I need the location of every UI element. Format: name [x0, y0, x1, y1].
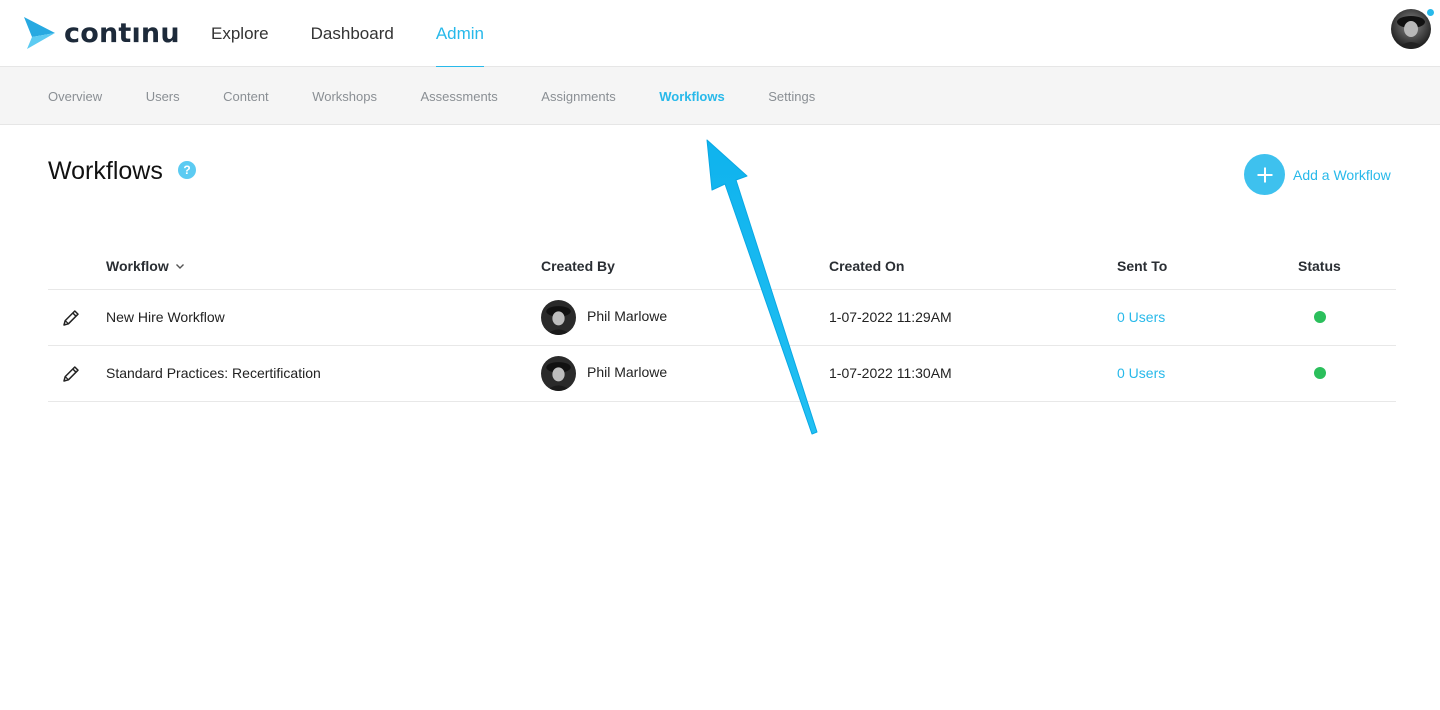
- chevron-down-icon: [175, 264, 184, 269]
- sent-to-link[interactable]: 0 Users: [1117, 309, 1165, 325]
- creator-name: Phil Marlowe: [587, 308, 668, 324]
- table-header: Workflow Created By Created On Sent To S…: [48, 240, 1396, 290]
- table-row: New Hire Workflow Phil Marlowe 1-07-2022…: [48, 290, 1396, 346]
- tab-assignments[interactable]: Assignments: [541, 89, 615, 104]
- tab-assessments[interactable]: Assessments: [420, 89, 497, 104]
- tab-users[interactable]: Users: [146, 89, 180, 104]
- main-nav-explore[interactable]: Explore: [211, 0, 269, 67]
- column-header-sent-to: Sent To: [1117, 258, 1168, 274]
- logo-text: contınu: [64, 17, 180, 49]
- page-title: Workflows: [48, 157, 163, 185]
- pencil-icon[interactable]: [60, 307, 82, 329]
- logo[interactable]: contınu: [22, 16, 180, 50]
- status-dot: [1314, 367, 1326, 379]
- creator-avatar: [541, 356, 576, 391]
- sent-to-link[interactable]: 0 Users: [1117, 365, 1165, 381]
- created-on: 1-07-2022 11:29AM: [829, 309, 952, 325]
- avatar-image: [541, 356, 576, 391]
- table-row: Standard Practices: Recertification Phil…: [48, 346, 1396, 402]
- main-nav-admin[interactable]: Admin: [435, 0, 485, 68]
- column-header-created-on: Created On: [829, 258, 905, 274]
- creator-avatar: [541, 300, 576, 335]
- tab-settings[interactable]: Settings: [768, 89, 815, 104]
- add-workflow-label[interactable]: Add a Workflow: [1293, 167, 1391, 183]
- top-bar: contınu Explore Dashboard Admin: [0, 0, 1440, 68]
- avatar-image: [541, 300, 576, 335]
- created-on: 1-07-2022 11:30AM: [829, 365, 952, 381]
- admin-sub-nav: Overview Users Content Workshops Assessm…: [0, 67, 1440, 125]
- workflow-name[interactable]: New Hire Workflow: [106, 309, 225, 325]
- column-header-status: Status: [1298, 258, 1341, 274]
- status-dot: [1314, 311, 1326, 323]
- tab-overview[interactable]: Overview: [48, 89, 102, 104]
- workflows-table: Workflow Created By Created On Sent To S…: [48, 240, 1396, 402]
- plus-icon[interactable]: [1244, 154, 1285, 195]
- pencil-icon[interactable]: [60, 363, 82, 385]
- column-header-workflow-label: Workflow: [106, 258, 169, 274]
- notification-dot: [1425, 7, 1436, 18]
- tab-content[interactable]: Content: [223, 89, 269, 104]
- main-nav-dashboard[interactable]: Dashboard: [311, 0, 394, 67]
- main-nav: Explore Dashboard Admin: [211, 0, 526, 68]
- tab-workflows[interactable]: Workflows: [659, 89, 725, 104]
- add-workflow-button[interactable]: Add a Workflow: [1244, 154, 1391, 195]
- tab-workshops[interactable]: Workshops: [312, 89, 377, 104]
- help-icon[interactable]: ?: [178, 161, 196, 179]
- creator-name: Phil Marlowe: [587, 364, 668, 380]
- continu-arrow-icon: [24, 17, 55, 49]
- column-header-workflow[interactable]: Workflow: [106, 258, 185, 274]
- workflow-name[interactable]: Standard Practices: Recertification: [106, 365, 321, 381]
- column-header-created-by: Created By: [541, 258, 615, 274]
